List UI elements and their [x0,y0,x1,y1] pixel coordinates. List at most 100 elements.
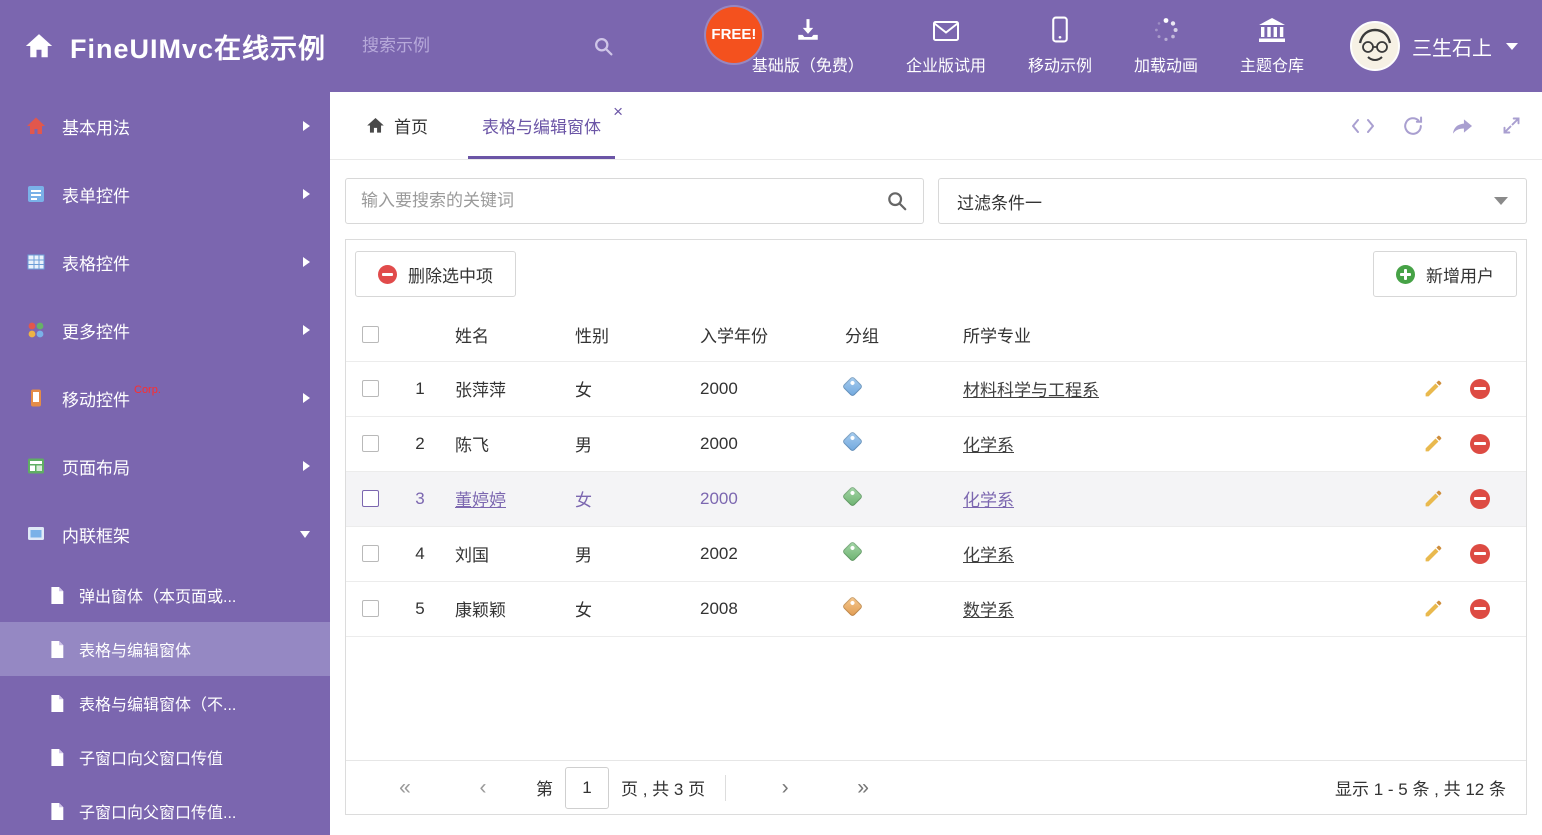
nav-theme-repo[interactable]: 主题仓库 [1240,17,1304,76]
page-prev-button[interactable]: ‹ [466,776,500,800]
tab-close-icon[interactable]: × [613,103,623,120]
sidebar-item-table-controls[interactable]: 表格控件 [0,228,330,296]
edit-pencil-icon[interactable] [1423,378,1444,399]
filter-dropdown-value: 过滤条件一 [957,193,1042,213]
mobile-small-icon [26,388,46,408]
caret-down-icon [1494,197,1508,205]
page-first-button[interactable]: « [388,776,422,800]
tag-icon [841,540,864,562]
table-row[interactable]: 1 张萍萍 女 2000 材料科学与工程系 [346,361,1526,417]
user-menu[interactable]: 三生石上 [1350,21,1518,71]
sidebar-item-mobile-controls[interactable]: 移动控件Corp. [0,364,330,432]
nav-basic-edition[interactable]: FREE! 基础版（免费） [705,6,864,76]
home-tab-icon [366,116,385,135]
nav-mobile-demo[interactable]: 移动示例 [1028,16,1092,76]
major-link[interactable]: 化学系 [963,546,1014,565]
grid-panel: 删除选中项 新增用户 姓名 性别 入学年份 分组 所学专业 1 张萍萍 女 20… [345,239,1527,815]
record-summary: 显示 1 - 5 条 , 共 12 条 [1335,780,1506,799]
table-row-selected[interactable]: 3 董婷婷 女 2000 化学系 [346,471,1526,527]
tag-icon [841,375,864,397]
row-checkbox[interactable] [362,490,379,507]
row-checkbox[interactable] [362,545,379,562]
cell-year: 2000 [688,361,833,417]
code-icon[interactable] [1351,116,1375,136]
tag-icon [841,595,864,617]
sidebar-subitem-popup-window[interactable]: 弹出窗体（本页面或... [0,568,330,622]
col-group[interactable]: 分组 [833,308,948,362]
col-year[interactable]: 入学年份 [688,308,833,362]
nav-loading-animation[interactable]: 加载动画 [1134,17,1198,76]
sidebar-subitem-child-to-parent-2[interactable]: 子窗口向父窗口传值... [0,784,330,835]
edit-pencil-icon[interactable] [1423,598,1444,619]
nav-label: 基础版（免费） [751,57,864,75]
sidebar-item-inline-frame[interactable]: 内联框架 [0,500,330,568]
chevron-right-icon [303,189,310,199]
sidebar-subitem-grid-edit-window[interactable]: 表格与编辑窗体 [0,622,330,676]
sidebar-item-form-controls[interactable]: 表单控件 [0,160,330,228]
spinner-icon [1153,17,1179,43]
delete-row-icon[interactable] [1470,378,1490,399]
table-row[interactable]: 5 康颖颖 女 2008 数学系 [346,581,1526,637]
chevron-right-icon [303,325,310,335]
filter-row: 过滤条件一 [345,178,1527,224]
add-user-button[interactable]: 新增用户 [1373,251,1517,297]
select-all-checkbox[interactable] [362,325,379,343]
tag-icon [841,430,864,452]
page-last-button[interactable]: » [846,776,880,800]
filter-dropdown[interactable]: 过滤条件一 [938,178,1527,224]
tab-home[interactable]: 首页 [362,92,432,159]
delete-row-icon[interactable] [1470,488,1490,509]
nav-label: 企业版试用 [905,57,986,75]
download-icon [795,17,821,43]
header-nav: FREE! 基础版（免费） 企业版试用 移动示例 加载动画 主题仓库 [705,6,1304,76]
sidebar-item-more-controls[interactable]: 更多控件 [0,296,330,364]
col-major[interactable]: 所学专业 [948,308,1399,362]
grid-toolbar: 删除选中项 新增用户 [346,240,1526,308]
page-number-input[interactable] [565,766,609,809]
edit-pencil-icon[interactable] [1423,433,1444,454]
delete-row-icon[interactable] [1470,598,1490,619]
row-number: 1 [400,361,440,417]
keyword-search-input[interactable] [361,191,886,211]
tag-icon [841,485,864,507]
cell-gender: 男 [563,526,688,582]
sidebar-item-basic-usage[interactable]: 基本用法 [0,92,330,160]
edit-pencil-icon[interactable] [1423,543,1444,564]
sidebar-subitem-child-to-parent[interactable]: 子窗口向父窗口传值 [0,730,330,784]
major-link[interactable]: 材料科学与工程系 [963,381,1099,400]
major-link[interactable]: 化学系 [963,436,1014,455]
bank-icon [1258,17,1286,43]
major-link[interactable]: 化学系 [963,491,1014,510]
app-brand[interactable]: FineUIMvc在线示例 [24,27,326,66]
table-row[interactable]: 2 陈飞 男 2000 化学系 [346,416,1526,472]
nav-label: 加载动画 [1133,57,1198,75]
sidebar-item-page-layout[interactable]: 页面布局 [0,432,330,500]
delete-row-icon[interactable] [1470,433,1490,454]
row-number: 4 [400,526,440,582]
share-icon[interactable] [1451,116,1474,136]
row-checkbox[interactable] [362,600,379,617]
nav-enterprise-trial[interactable]: 企业版试用 [906,17,986,76]
row-checkbox[interactable] [362,435,379,452]
edit-pencil-icon[interactable] [1423,488,1444,509]
header-search-input[interactable] [362,36,584,56]
layout-icon [26,456,46,476]
search-icon[interactable] [886,190,908,212]
sidebar-subitem-grid-edit-window-nopopup[interactable]: 表格与编辑窗体（不... [0,676,330,730]
main-area: 首页 表格与编辑窗体 × 输入要搜索的关键词 过滤条件一 删除选中项 新增用户 … [330,92,1542,835]
col-gender[interactable]: 性别 [563,308,688,362]
delete-row-icon[interactable] [1470,543,1490,564]
major-link[interactable]: 数学系 [963,601,1014,620]
cell-gender: 女 [563,581,688,637]
page-next-button[interactable]: › [768,776,802,800]
keyword-search-box [345,178,924,224]
col-name[interactable]: 姓名 [440,308,563,362]
form-icon [26,184,46,204]
tab-grid-edit-window[interactable]: 表格与编辑窗体 × [468,92,623,159]
table-row[interactable]: 4 刘国 男 2002 化学系 [346,526,1526,582]
refresh-icon[interactable] [1402,115,1424,137]
search-icon[interactable] [593,36,614,57]
expand-icon[interactable] [1501,115,1522,136]
delete-selected-button[interactable]: 删除选中项 [355,251,516,297]
row-checkbox[interactable] [362,380,379,397]
